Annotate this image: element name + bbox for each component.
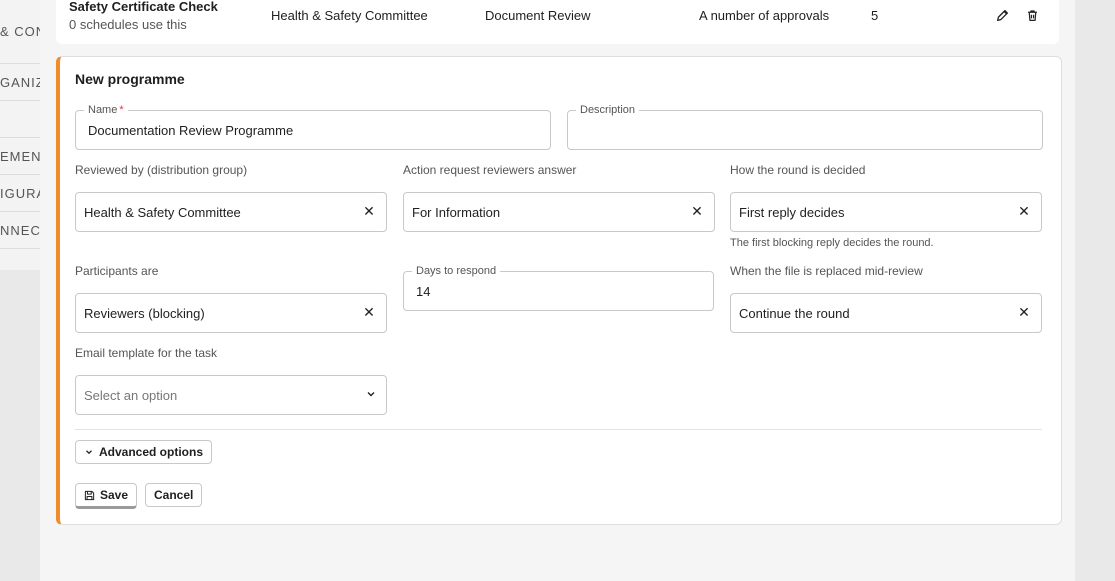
round-value: First reply decides — [739, 205, 845, 220]
name-label: Name * — [84, 104, 128, 116]
trash-icon — [1027, 9, 1037, 21]
chevron-down-icon — [86, 450, 92, 455]
bg-nav-label: GANIZ — [0, 74, 45, 90]
row-title: Safety Certificate Check — [69, 0, 218, 14]
description-field[interactable]: Description — [567, 104, 1043, 150]
close-icon[interactable]: ✕ — [690, 204, 704, 218]
name-label-text: Name — [88, 104, 118, 116]
pencil-icon — [996, 9, 1008, 21]
round-select[interactable]: First reply decides ✕ — [730, 192, 1042, 232]
row-count: 5 — [871, 8, 879, 23]
email-template-label: Email template for the task — [75, 346, 218, 360]
floppy-disk-icon — [84, 490, 95, 500]
days-to-respond-field[interactable]: Days to respond 14 — [403, 265, 714, 311]
form-title: New programme — [75, 71, 185, 87]
edit-button[interactable] — [993, 6, 1011, 24]
row-group: Health & Safety Committee — [271, 8, 428, 23]
save-button[interactable]: Save — [75, 483, 138, 509]
participants-label: Participants are — [75, 264, 159, 278]
advanced-options-button[interactable]: Advanced options — [75, 440, 213, 464]
reviewed-by-value: Health & Safety Committee — [84, 205, 241, 220]
advanced-options-label: Advanced options — [99, 445, 204, 459]
row-type: Document Review — [485, 8, 591, 23]
participants-value: Reviewers (blocking) — [84, 306, 205, 321]
participants-select[interactable]: Reviewers (blocking) ✕ — [75, 293, 387, 333]
close-icon[interactable]: ✕ — [362, 204, 376, 218]
table-row: Safety Certificate Check 0 schedules use… — [56, 0, 1059, 44]
email-template-placeholder: Select an option — [84, 388, 178, 403]
description-label: Description — [576, 104, 640, 116]
email-template-select[interactable]: Select an option — [75, 375, 387, 415]
days-label: Days to respond — [412, 265, 501, 277]
replaced-value: Continue the round — [739, 306, 850, 321]
close-icon[interactable]: ✕ — [1017, 305, 1031, 319]
round-hint: The first blocking reply decides the rou… — [730, 237, 934, 249]
replaced-label: When the file is replaced mid-review — [730, 264, 923, 278]
close-icon[interactable]: ✕ — [1017, 204, 1031, 218]
action-value: For Information — [412, 205, 501, 220]
cancel-label: Cancel — [154, 488, 194, 502]
round-label: How the round is decided — [730, 163, 866, 177]
action-label: Action request reviewers answer — [403, 163, 577, 177]
name-field[interactable]: Name * Documentation Review Programme — [75, 104, 551, 150]
name-value: Documentation Review Programme — [88, 123, 294, 138]
action-select[interactable]: For Information ✕ — [403, 192, 715, 232]
new-programme-form: New programme Name * Documentation Review… — [56, 56, 1062, 525]
divider — [75, 429, 1042, 430]
days-value: 14 — [416, 284, 431, 299]
row-subtitle: 0 schedules use this — [69, 17, 187, 32]
row-approval: A number of approvals — [699, 8, 830, 23]
chevron-down-icon — [367, 392, 375, 397]
reviewed-by-select[interactable]: Health & Safety Committee ✕ — [75, 192, 387, 232]
close-icon[interactable]: ✕ — [362, 305, 376, 319]
cancel-button[interactable]: Cancel — [145, 483, 203, 507]
reviewed-by-label: Reviewed by (distribution group) — [75, 163, 248, 177]
save-label: Save — [100, 488, 129, 502]
required-marker: * — [119, 104, 124, 116]
delete-button[interactable] — [1023, 6, 1041, 24]
replaced-select[interactable]: Continue the round ✕ — [730, 293, 1042, 333]
programme-panel: Safety Certificate Check 0 schedules use… — [40, 0, 1075, 581]
